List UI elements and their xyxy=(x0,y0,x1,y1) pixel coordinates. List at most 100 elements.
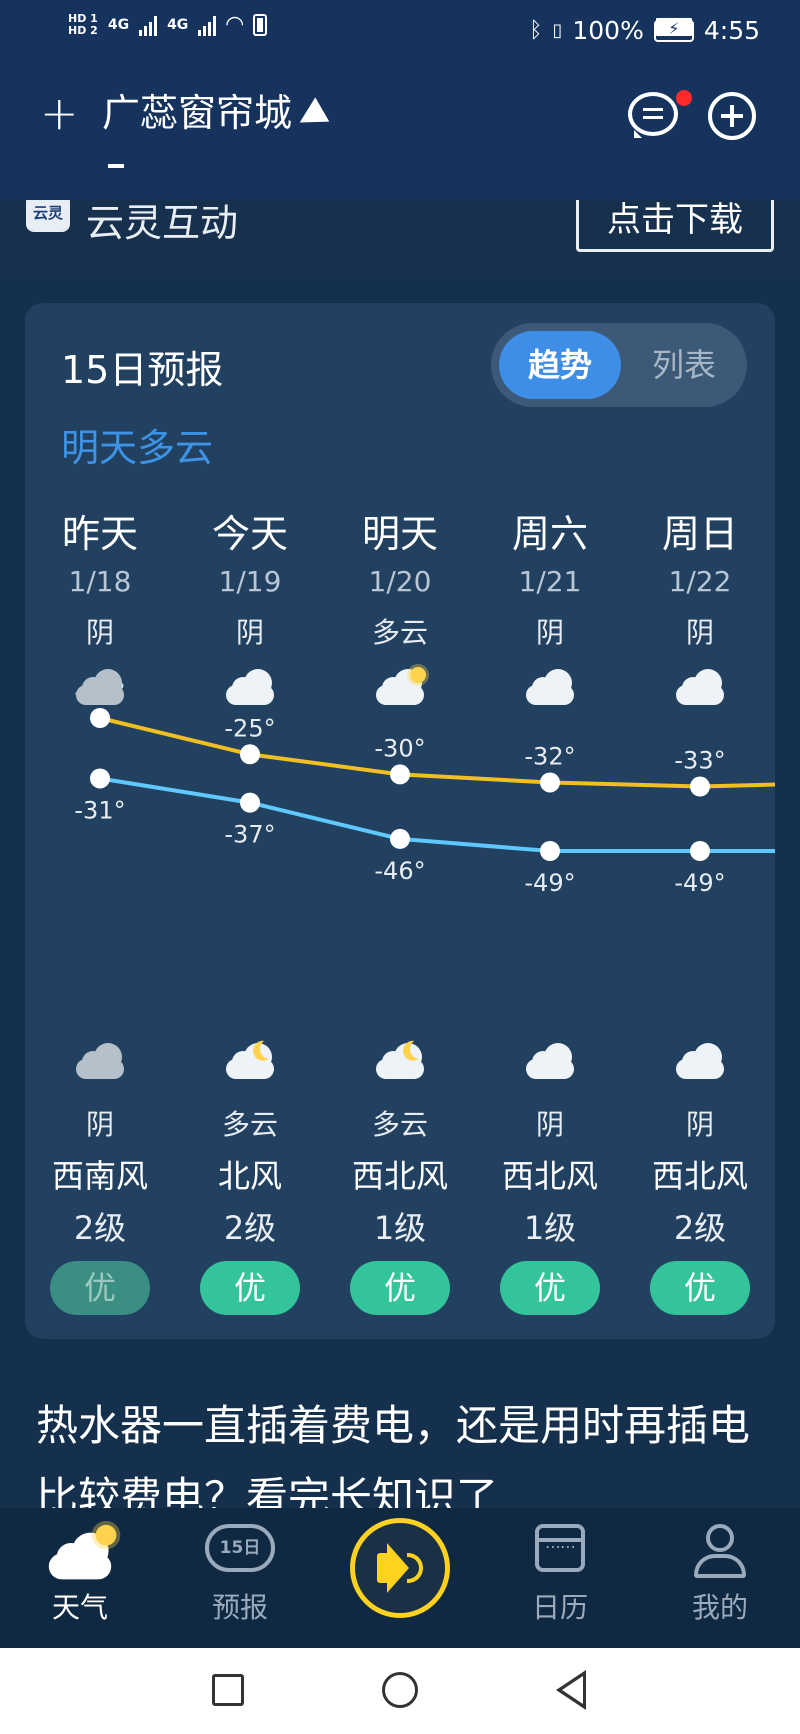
ad-name: 云灵互动 xyxy=(86,201,239,245)
news-article[interactable]: 热水器一直插着费电，还是用时再插电比较费电？看完长知识了 xyxy=(0,1356,800,1516)
day-name: 明天 xyxy=(361,512,438,556)
vibrate-icon: ▯ xyxy=(552,20,563,41)
signal-icon xyxy=(139,14,158,36)
notification-dot xyxy=(676,90,692,106)
home-button[interactable] xyxy=(382,1672,418,1708)
network-2: 4G xyxy=(167,16,189,33)
low-temp-label: -37° xyxy=(224,821,275,849)
low-temp-line xyxy=(99,776,775,853)
wind-level: 2级 xyxy=(73,1209,127,1247)
cloud-icon xyxy=(625,659,775,719)
small-battery-icon xyxy=(253,13,268,36)
article-headline: 热水器一直插着费电，还是用时再插电比较费电？看完长知识了 xyxy=(36,1401,751,1516)
ad-logo: 云灵 xyxy=(26,200,70,232)
cloud-icon xyxy=(475,1033,625,1093)
night-condition: 多云 xyxy=(371,1108,428,1141)
high-temp-label: -33° xyxy=(674,747,725,775)
day-date: 1/19 xyxy=(218,565,282,598)
high-temp-label: -30° xyxy=(374,734,425,762)
bottom-nav: 天气 15日 预报 日历 我的 xyxy=(0,1508,800,1648)
partly-cloudy-icon xyxy=(325,659,475,719)
ad-banner[interactable]: 云灵 云灵互动 点击下载 xyxy=(0,200,800,280)
forecast-15-icon: 15日 xyxy=(205,1524,275,1572)
wind-level: 2级 xyxy=(673,1209,727,1247)
add-circle-icon[interactable] xyxy=(708,92,756,140)
day-condition: 阴 xyxy=(235,616,264,649)
nav-calendar[interactable]: 日历 xyxy=(480,1508,640,1648)
aqi-badge[interactable]: 优 xyxy=(625,1261,775,1315)
weather-icon xyxy=(44,1524,117,1580)
clock: 4:55 xyxy=(703,16,760,45)
day-condition: 阴 xyxy=(535,616,564,649)
forecast-card: 15日预报 明天多云 趋势 列表 -16°-25°-30°-32°-33°-31… xyxy=(25,303,775,1339)
status-left: HD 1 HD 2 4G 4G ◠ xyxy=(68,11,268,37)
wind-direction: 西北风 xyxy=(651,1157,748,1195)
cloud-icon xyxy=(25,659,175,719)
day-date: 1/18 xyxy=(68,565,132,598)
nav-me[interactable]: 我的 xyxy=(640,1508,800,1648)
wind-level: 1级 xyxy=(373,1209,427,1247)
night-condition: 阴 xyxy=(535,1108,564,1141)
wind-direction: 西北风 xyxy=(351,1157,448,1195)
hd-indicator: HD 1 HD 2 xyxy=(68,11,98,37)
cloudy-night-icon xyxy=(325,1033,475,1093)
city-name[interactable]: 广蕊窗帘城 xyxy=(102,90,330,136)
calendar-icon xyxy=(535,1524,585,1572)
high-temp-label: -32° xyxy=(524,742,575,770)
battery-percent: 100% xyxy=(572,16,644,45)
night-condition: 多云 xyxy=(221,1108,278,1141)
night-condition: 阴 xyxy=(685,1108,714,1141)
day-date: 1/20 xyxy=(368,565,432,598)
cloud-icon xyxy=(175,659,325,719)
page-indicator xyxy=(108,164,124,168)
user-icon xyxy=(692,1524,748,1578)
day-condition: 多云 xyxy=(371,616,428,649)
day-condition: 阴 xyxy=(85,616,114,649)
top-bar: HD 1 HD 2 4G 4G ◠ ᛒ ▯ 100% 4:55 + 广蕊窗帘城 xyxy=(0,0,800,200)
cloud-icon xyxy=(475,659,625,719)
status-bar: HD 1 HD 2 4G 4G ◠ ᛒ ▯ 100% 4:55 xyxy=(0,0,800,64)
high-temp-point xyxy=(540,772,560,793)
network-1: 4G xyxy=(107,16,130,33)
day-name: 今天 xyxy=(211,512,288,556)
cloud-icon xyxy=(625,1033,775,1093)
high-temp-point xyxy=(240,744,260,765)
recents-button[interactable] xyxy=(212,1674,244,1706)
download-button[interactable]: 点击下载 xyxy=(576,200,774,252)
back-button[interactable] xyxy=(556,1670,586,1710)
cloudy-night-icon xyxy=(175,1033,325,1093)
day-date: 1/21 xyxy=(518,565,582,598)
nav-weather[interactable]: 天气 xyxy=(0,1508,160,1648)
bluetooth-icon: ᛒ xyxy=(529,18,543,43)
low-temp-point xyxy=(690,841,710,861)
low-temp-point xyxy=(240,792,260,813)
aqi-badge[interactable]: 优 xyxy=(325,1261,475,1315)
low-temp-label: -49° xyxy=(524,869,575,897)
day-date: 1/22 xyxy=(668,565,732,598)
speaker-button[interactable] xyxy=(350,1518,450,1618)
cloud-icon xyxy=(25,1033,175,1093)
add-city-icon[interactable]: + xyxy=(40,90,79,136)
aqi-badge[interactable]: 优 xyxy=(175,1261,325,1315)
sound-wave xyxy=(407,1553,423,1583)
message-icon[interactable] xyxy=(628,92,678,138)
night-condition: 阴 xyxy=(85,1108,114,1141)
app-header: + 广蕊窗帘城 xyxy=(0,78,800,178)
day-name: 周日 xyxy=(661,512,738,556)
low-temp-label: -46° xyxy=(374,857,425,885)
system-nav-bar xyxy=(0,1648,800,1734)
nav-forecast[interactable]: 15日 预报 xyxy=(160,1508,320,1648)
aqi-badge[interactable]: 优 xyxy=(25,1261,175,1315)
wifi-icon: ◠ xyxy=(226,12,244,37)
day-condition: 阴 xyxy=(685,616,714,649)
low-temp-label: -31° xyxy=(74,796,125,824)
low-temp-point xyxy=(390,828,410,849)
aqi-badge[interactable]: 优 xyxy=(475,1261,625,1315)
battery-icon xyxy=(653,17,694,42)
speaker-icon xyxy=(377,1543,409,1593)
status-right: ᛒ ▯ 100% 4:55 xyxy=(529,16,760,45)
signal-icon xyxy=(198,14,217,36)
high-temp-point xyxy=(690,776,710,797)
high-temp-point xyxy=(390,764,410,785)
wind-direction: 北风 xyxy=(217,1157,282,1195)
